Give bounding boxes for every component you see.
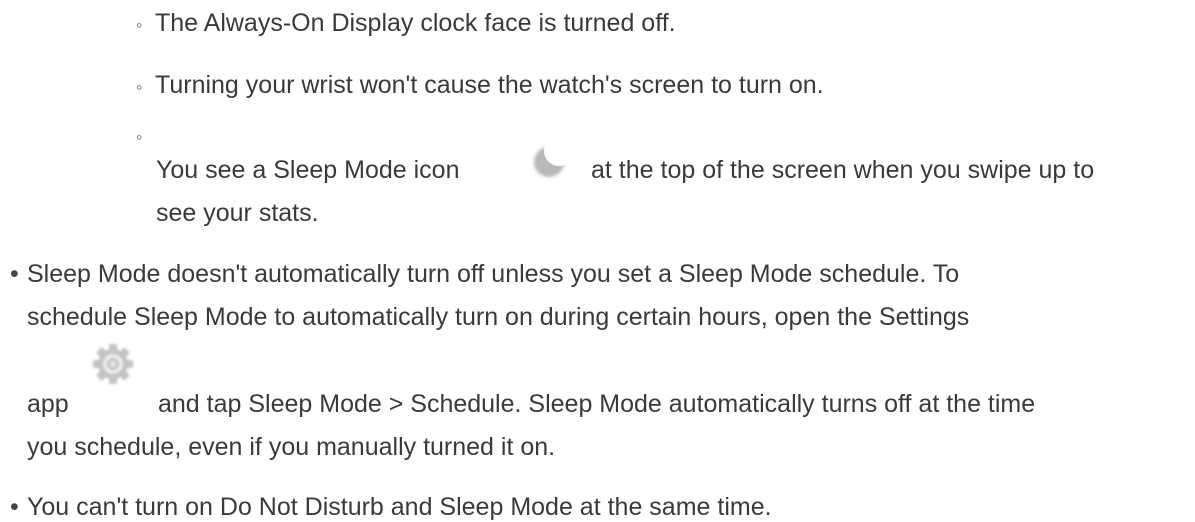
sub-bullet-marker: ◦ — [136, 77, 143, 97]
settings-gear-icon — [93, 344, 133, 384]
bullet-marker: • — [10, 493, 19, 521]
bullet-marker: • — [10, 260, 19, 288]
sub-list-item: The Always-On Display clock face is turn… — [155, 9, 676, 37]
sub-list-item-text-start: You see a Sleep Mode icon — [156, 156, 460, 184]
moon-icon — [534, 147, 564, 177]
sub-list-item: Turning your wrist won't cause the watch… — [155, 71, 824, 99]
sub-list-item-text-continuation: see your stats. — [156, 199, 319, 227]
bullet-item-line: You can't turn on Do Not Disturb and Sle… — [27, 493, 772, 521]
bullet-item-line-end: and tap Sleep Mode > Schedule. Sleep Mod… — [158, 390, 1036, 418]
bullet-item-line: you schedule, even if you manually turne… — [27, 433, 556, 461]
sub-list-item-text-end: at the top of the screen when you swipe … — [591, 156, 1095, 184]
sub-bullet-marker: ◦ — [136, 127, 143, 147]
bullet-item-line-start: app — [27, 390, 69, 418]
bullet-item-line: Sleep Mode doesn't automatically turn of… — [27, 260, 960, 288]
bullet-item-line: schedule Sleep Mode to automatically tur… — [27, 303, 970, 331]
sub-bullet-marker: ◦ — [136, 15, 143, 35]
